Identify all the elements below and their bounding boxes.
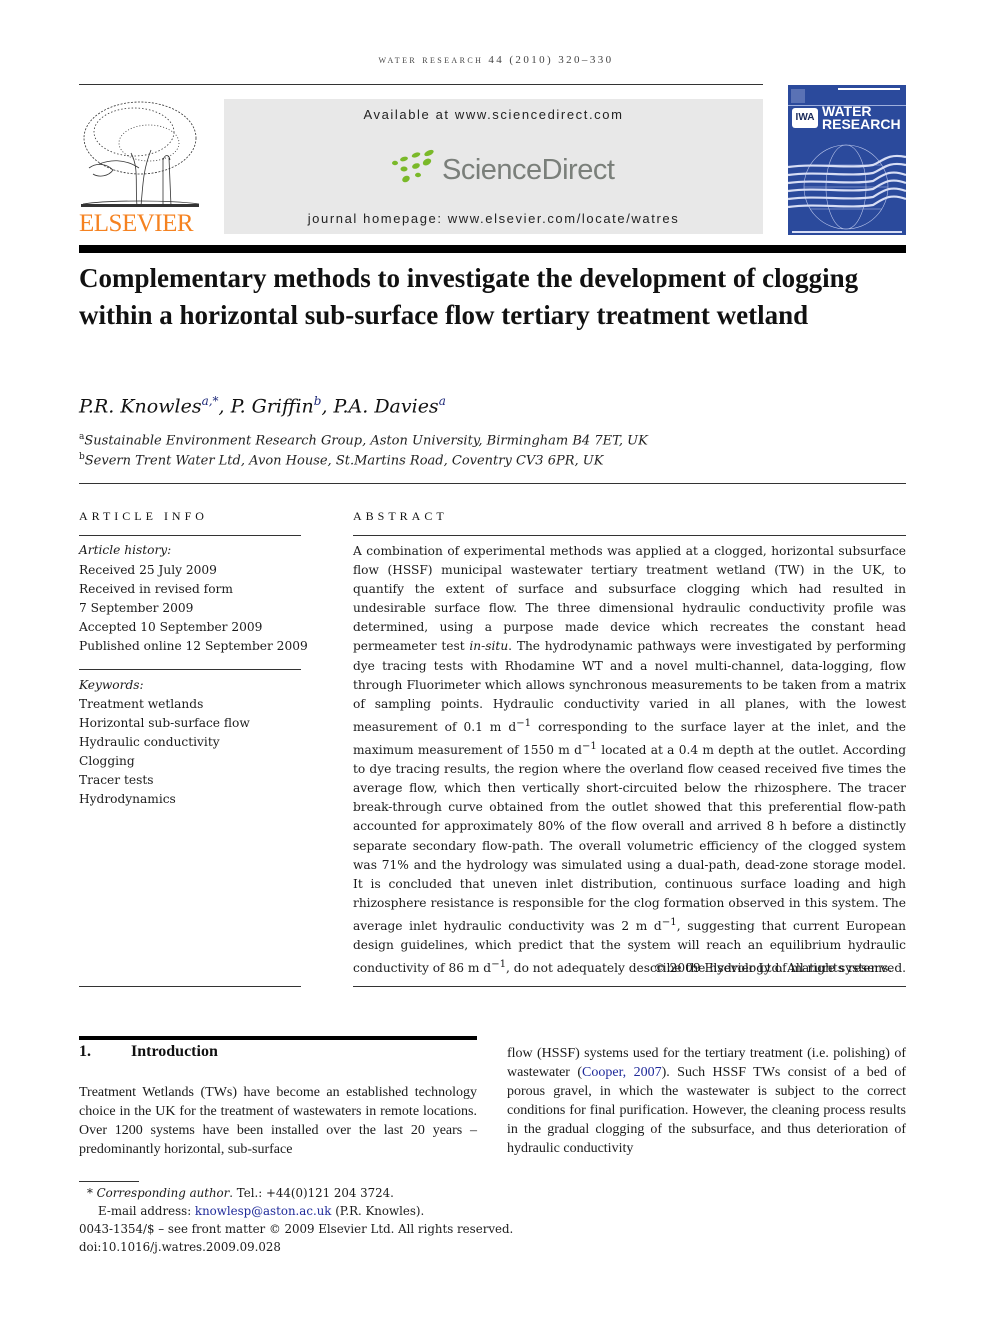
issn-line: 0043-1354/$ – see front matter © 2009 El…	[79, 1222, 514, 1236]
abstract-heading: ABSTRACT	[353, 509, 448, 523]
running-head: WATER RESEARCH 44 (2010) 320–330	[378, 54, 614, 66]
cover-wave-graphic-icon	[788, 144, 906, 233]
history-item: Received in revised form	[79, 582, 233, 596]
header-thick-rule	[79, 245, 906, 253]
author-name: P.R. Knowles	[79, 395, 202, 418]
affiliation-rule	[79, 483, 906, 484]
cover-top-bar	[838, 88, 900, 90]
cover-elsevier-icon	[791, 89, 805, 103]
iwa-badge: IWA	[792, 108, 818, 128]
affiliation-text: Sustainable Environment Research Group, …	[84, 433, 648, 449]
keywords-rule	[79, 669, 301, 670]
footnote-star: *	[87, 1186, 93, 1200]
article-info-heading: ARTICLE INFO	[79, 509, 208, 523]
doi-line[interactable]: doi:10.1016/j.watres.2009.09.028	[79, 1240, 281, 1254]
abstract-bottom-rule	[353, 986, 906, 987]
introduction-heading: 1. Introduction	[79, 1043, 218, 1061]
abstract-text: A combination of experimental methods wa…	[353, 542, 906, 978]
keyword: Hydraulic conductivity	[79, 735, 220, 749]
elsevier-tree-icon	[81, 101, 200, 207]
available-at-link[interactable]: Available at www.sciencedirect.com	[224, 107, 763, 122]
history-label: Article history:	[79, 543, 172, 557]
author-affil-link[interactable]: a,*	[202, 394, 219, 408]
history-item: Published online 12 September 2009	[79, 639, 308, 653]
keywords-label: Keywords:	[79, 678, 144, 692]
history-item: Received 25 July 2009	[79, 563, 217, 577]
introduction-right-column: flow (HSSF) systems used for the tertiar…	[507, 1044, 906, 1159]
abstract-italic: in-situ	[469, 639, 509, 654]
elsevier-logo-text: ELSEVIER	[79, 210, 194, 237]
author-affil-link[interactable]: b	[314, 394, 322, 408]
unit-exponent: −1	[581, 741, 597, 752]
section-title: Introduction	[131, 1043, 218, 1060]
email-note: E-mail address: knowlesp@aston.ac.uk (P.…	[98, 1204, 424, 1218]
author-name: P.A. Davies	[333, 395, 439, 418]
cover-title-line2: RESEARCH	[822, 116, 901, 132]
unit-exponent: −1	[661, 916, 677, 928]
corr-tel: . Tel.: +44(0)121 204 3724.	[229, 1186, 394, 1200]
introduction-rule	[79, 1036, 477, 1040]
article-info-rule	[79, 535, 301, 536]
author-name: P. Griffin	[230, 395, 314, 418]
article-title: Complementary methods to investigate the…	[79, 263, 859, 330]
author-affil-link[interactable]: a	[439, 394, 446, 408]
journal-homepage-link[interactable]: journal homepage: www.elsevier.com/locat…	[224, 211, 763, 226]
sciencedirect-dots-icon	[392, 149, 434, 183]
article-info-bottom-rule	[79, 986, 301, 987]
abstract-rule	[353, 535, 906, 536]
keyword: Treatment wetlands	[79, 697, 204, 711]
affiliation: aSustainable Environment Research Group,…	[79, 432, 648, 448]
author-list: P.R. Knowlesa,*, P. Griffinb, P.A. Davie…	[79, 394, 446, 418]
abstract-segment: A combination of experimental methods wa…	[353, 544, 906, 654]
keyword: Clogging	[79, 754, 135, 768]
history-item: Accepted 10 September 2009	[79, 620, 263, 634]
sciencedirect-logo-text: ScienceDirect	[442, 154, 615, 186]
affiliation: bSevern Trent Water Ltd, Avon House, St.…	[79, 452, 603, 468]
email-label: E-mail address:	[98, 1204, 195, 1218]
email-link[interactable]: knowlesp@aston.ac.uk	[195, 1204, 332, 1218]
citation-link[interactable]: Cooper, 2007	[582, 1065, 662, 1080]
affiliation-text: Severn Trent Water Ltd, Avon House, St.M…	[84, 453, 604, 469]
header-rule	[79, 84, 763, 85]
abstract-copyright: © 2009 Elsevier Ltd. All rights reserved…	[653, 961, 906, 975]
corresponding-author-note: * Corresponding author. Tel.: +44(0)121 …	[87, 1186, 394, 1200]
history-item: 7 September 2009	[79, 601, 194, 615]
email-suffix: (P.R. Knowles).	[331, 1204, 425, 1218]
section-number: 1.	[79, 1043, 91, 1060]
journal-cover: IWA WATER RESEARCH	[788, 85, 906, 235]
keyword: Tracer tests	[79, 773, 154, 787]
sciencedirect-banner: Available at www.sciencedirect.com Scien…	[224, 99, 763, 234]
cover-title: WATER RESEARCH	[822, 104, 901, 132]
keyword: Horizontal sub-surface flow	[79, 716, 250, 730]
unit-exponent: −1	[516, 717, 532, 729]
corr-label: Corresponding author	[96, 1186, 230, 1200]
keyword: Hydrodynamics	[79, 792, 176, 806]
introduction-left-column: Treatment Wetlands (TWs) have become an …	[79, 1085, 477, 1158]
abstract-segment: located at a 0.4 m depth at the outlet. …	[353, 743, 907, 933]
footnote-rule	[79, 1181, 139, 1182]
